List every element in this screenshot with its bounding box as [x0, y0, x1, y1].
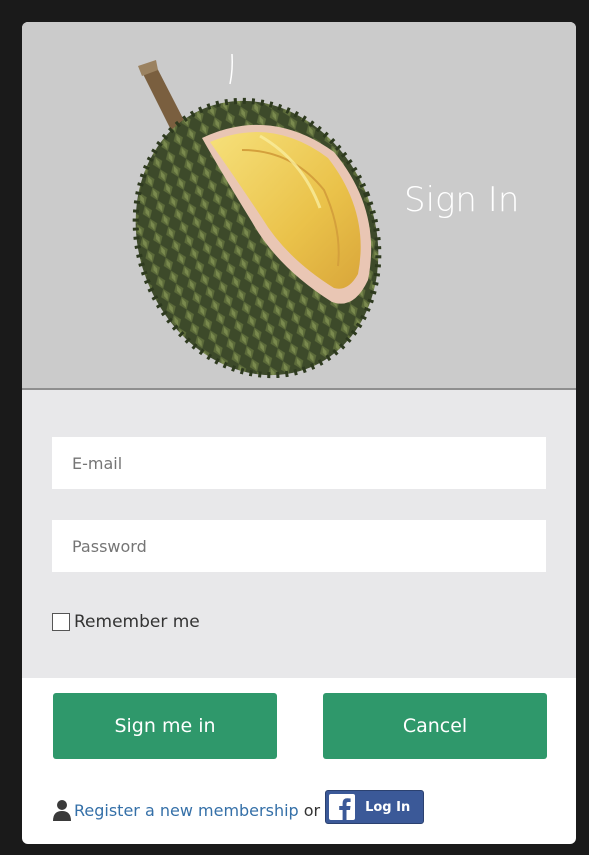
sign-in-dialog: Sign In Remember me Sign me in Cancel Re… [22, 22, 576, 844]
facebook-login-button[interactable]: Log In [325, 790, 425, 824]
footer-links: Register a new membership or Log In [52, 790, 425, 824]
login-form: Remember me [22, 390, 576, 678]
password-input[interactable] [52, 520, 546, 572]
or-text: or [303, 800, 321, 820]
header-banner: Sign In [22, 22, 576, 390]
cancel-button[interactable]: Cancel [323, 693, 547, 759]
durian-fruit-image [132, 53, 382, 379]
facebook-login-label: Log In [365, 799, 411, 815]
email-input[interactable] [52, 437, 546, 489]
sign-in-button[interactable]: Sign me in [53, 693, 277, 759]
remember-me-checkbox[interactable] [52, 613, 70, 631]
remember-me-label: Remember me [74, 612, 200, 632]
sign-in-title: Sign In [404, 180, 520, 220]
user-icon [53, 800, 71, 821]
remember-me-option[interactable]: Remember me [52, 612, 200, 632]
register-link[interactable]: Register a new membership [74, 801, 299, 820]
facebook-icon [329, 794, 356, 820]
